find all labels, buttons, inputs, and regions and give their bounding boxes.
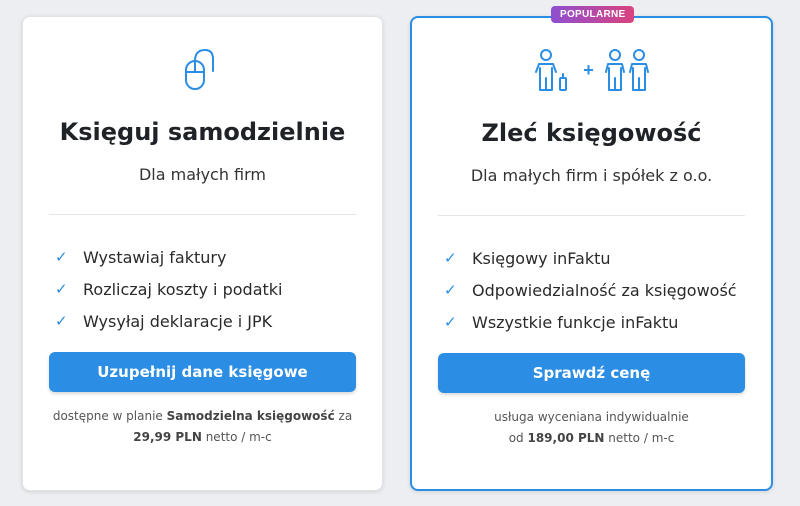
feature-item: ✓ Wysyłaj deklaracje i JPK [55,305,372,337]
plus-sign: + [583,60,594,80]
note-prefix: dostępne w planie [52,409,163,423]
popular-badge: POPULARNE [551,6,635,23]
note-price: 189,00 PLN [527,431,605,445]
mouse-icon [23,47,382,98]
plan-card-self-accounting: Księguj samodzielnie Dla małych firm ✓ Wy… [22,16,383,491]
plan-subtitle: Dla małych firm i spółek z o.o. [470,166,713,185]
feature-label: Rozliczaj koszty i podatki [83,279,283,299]
fill-accounting-data-button[interactable]: Uzupełnij dane księgowe [49,352,356,392]
feature-label: Wystawiaj faktury [83,247,227,267]
feature-label: Wysyłaj deklaracje i JPK [83,311,273,331]
feature-item: ✓ Odpowiedzialność za księgowość [444,274,761,306]
feature-label: Księgowy inFaktu [472,248,611,268]
feature-item: ✓ Rozliczaj koszty i podatki [55,273,372,305]
check-icon: ✓ [55,280,68,298]
feature-item: ✓ Wszystkie funkcje inFaktu [444,306,761,338]
check-icon: ✓ [444,313,457,331]
plan-title: Księguj samodzielnie [59,118,346,146]
plan-subtitle: Dla małych firm [138,165,267,184]
plan-title: Zleć księgowość [481,119,702,147]
note-plan-name: Samodzielna księgowość [166,409,335,423]
note-price: 29,99 PLN [133,430,202,444]
feature-label: Odpowiedzialność za księgowość [472,280,737,300]
divider [49,214,356,215]
two-people-icon [604,49,649,91]
divider [438,215,745,216]
check-icon: ✓ [55,312,68,330]
plan-note: usługa wyceniana indywidualnie od 189,00… [422,407,761,449]
people-icon: + [412,48,771,96]
feature-item: ✓ Wystawiaj faktury [55,241,372,273]
note-suffix: netto / m-c [205,430,272,444]
check-icon: ✓ [444,281,457,299]
plan-note: dostępne w planie Samodzielna księgowość… [33,406,372,448]
check-icon: ✓ [55,248,68,266]
note-line: usługa wyceniana indywidualnie [494,410,689,424]
check-icon: ✓ [444,249,457,267]
feature-list: ✓ Wystawiaj faktury ✓ Rozliczaj koszty i p… [55,241,372,337]
note-mid: za [338,409,353,423]
note-from: od [508,431,524,445]
feature-list: ✓ Księgowy inFaktu ✓ Odpowiedzialność za k… [444,242,761,338]
feature-label: Wszystkie funkcje inFaktu [472,312,679,332]
check-price-button[interactable]: Sprawdź cenę [438,353,745,393]
plan-card-outsourced-accounting: + Zleć księgowość Dla małych firm i spół… [410,16,773,491]
feature-item: ✓ Księgowy inFaktu [444,242,761,274]
person-with-bottle-icon [535,49,568,91]
note-suffix: netto / m-c [608,431,675,445]
